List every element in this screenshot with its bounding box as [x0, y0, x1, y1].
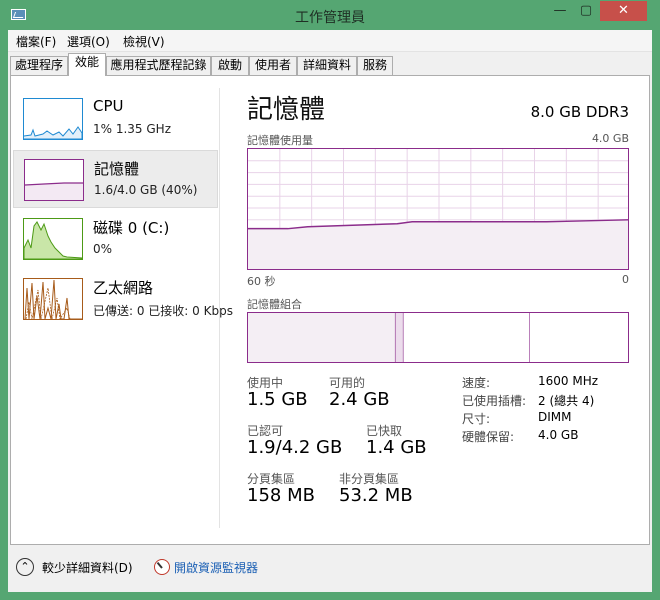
speed-value: 1600 MHz [538, 374, 599, 388]
resource-monitor-icon [154, 559, 170, 575]
hardware-reserved-label: 硬體保留: [462, 430, 515, 444]
committed-value: 1.9/4.2 GB [247, 437, 343, 458]
cpu-thumbnail-graph [23, 98, 83, 140]
sidebar-ethernet-sub: 已傳送: 0 已接收: 0 Kbps [93, 304, 233, 318]
speed-label: 速度: [462, 376, 491, 390]
memory-usage-graph [247, 148, 629, 270]
sidebar-cpu-title: CPU [93, 97, 124, 115]
memory-composition-label: 記憶體組合 [247, 298, 302, 311]
page-title: 記憶體 [247, 95, 326, 125]
memory-spec: 8.0 GB DDR3 [530, 103, 629, 121]
form-factor-label: 尺寸: [462, 412, 491, 426]
tab-services[interactable]: 服務 [357, 56, 393, 75]
nonpaged-pool-value: 53.2 MB [339, 485, 413, 506]
menu-file[interactable]: 檔案(F) [16, 33, 56, 50]
tab-startup[interactable]: 啟動 [211, 56, 249, 75]
tab-processes[interactable]: 處理程序 [10, 56, 68, 75]
memory-composition-bar [247, 312, 629, 363]
sidebar-memory-sub: 1.6/4.0 GB (40%) [94, 183, 198, 197]
tab-users[interactable]: 使用者 [249, 56, 297, 75]
menu-options[interactable]: 選項(O) [67, 33, 110, 50]
footer-bar: ⌃ 較少詳細資料(D) 開啟資源監視器 [8, 550, 652, 592]
maximize-button[interactable]: ▢ [573, 1, 599, 21]
available-value: 2.4 GB [329, 389, 390, 410]
hardware-reserved-value: 4.0 GB [538, 428, 579, 442]
sidebar-item-disk[interactable]: 磁碟 0 (C:) 0% [13, 210, 218, 268]
sidebar-disk-title: 磁碟 0 (C:) [93, 219, 170, 237]
fewer-details-button[interactable]: 較少詳細資料(D) [42, 559, 133, 576]
graph-time-left: 60 秒 [247, 275, 276, 288]
disk-thumbnail-graph [23, 218, 83, 260]
memory-thumbnail-graph [24, 159, 84, 201]
tab-performance[interactable]: 效能 [68, 53, 106, 76]
cached-value: 1.4 GB [366, 437, 427, 458]
tab-details[interactable]: 詳細資料 [297, 56, 357, 75]
menu-view[interactable]: 檢視(V) [123, 33, 165, 50]
memory-usage-max: 4.0 GB [591, 132, 629, 145]
tab-strip: 處理程序 效能 應用程式歷程記錄 啟動 使用者 詳細資料 服務 [8, 53, 652, 76]
slots-used-value: 2 (總共 4) [538, 394, 595, 408]
sidebar-divider [219, 88, 220, 528]
sidebar-ethernet-title: 乙太網路 [93, 279, 154, 297]
minimize-button[interactable]: — [547, 1, 573, 21]
close-button[interactable]: ✕ [600, 1, 647, 21]
title-bar[interactable]: 工作管理員 — ▢ ✕ [0, 0, 660, 30]
slots-used-label: 已使用插槽: [462, 394, 527, 408]
in-use-value: 1.5 GB [247, 389, 308, 410]
memory-usage-label: 記憶體使用量 [247, 134, 313, 147]
open-resource-monitor-link[interactable]: 開啟資源監視器 [174, 559, 258, 576]
sidebar-item-memory[interactable]: 記憶體 1.6/4.0 GB (40%) [13, 150, 218, 208]
sidebar-item-ethernet[interactable]: 乙太網路 已傳送: 0 已接收: 0 Kbps [13, 270, 233, 328]
performance-panel: CPU 1% 1.35 GHz 記憶體 1.6/4.0 GB (40%) 磁碟 … [10, 75, 650, 545]
form-factor-value: DIMM [538, 410, 572, 424]
sidebar-item-cpu[interactable]: CPU 1% 1.35 GHz [13, 90, 218, 148]
client-area: 檔案(F) 選項(O) 檢視(V) 處理程序 效能 應用程式歷程記錄 啟動 使用… [8, 30, 652, 592]
menu-bar: 檔案(F) 選項(O) 檢視(V) [8, 30, 652, 52]
tab-app-history[interactable]: 應用程式歷程記錄 [106, 56, 211, 75]
ethernet-thumbnail-graph [23, 278, 83, 320]
sidebar-disk-sub: 0% [93, 242, 113, 256]
task-manager-window: 工作管理員 — ▢ ✕ 檔案(F) 選項(O) 檢視(V) 處理程序 效能 應用… [0, 0, 660, 600]
paged-pool-value: 158 MB [247, 485, 315, 506]
graph-time-right: 0 [622, 273, 629, 286]
chevron-up-icon[interactable]: ⌃ [16, 558, 34, 576]
sidebar-memory-title: 記憶體 [94, 160, 140, 178]
sidebar-cpu-sub: 1% 1.35 GHz [93, 122, 172, 136]
